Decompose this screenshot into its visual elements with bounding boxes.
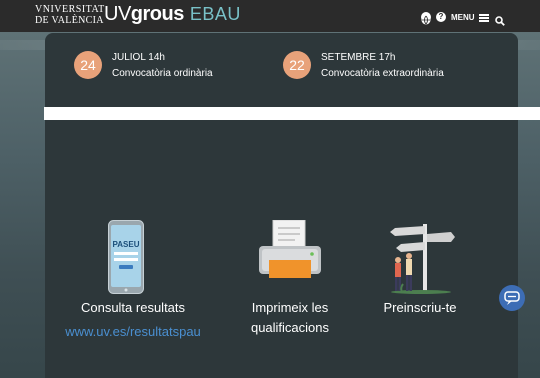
- logo-line-2: DE VALÈNCIA: [35, 15, 104, 26]
- tile-label-consulta: Consulta resultats: [80, 300, 186, 315]
- hamburger-icon[interactable]: [479, 14, 489, 22]
- brand-uv: UV: [104, 3, 131, 25]
- white-banner-bar: [44, 107, 540, 120]
- date-badge-ordinary: 24: [74, 51, 102, 79]
- call-subtitle-extraordinary: Convocatòria extraordinària: [321, 68, 444, 79]
- chat-button[interactable]: [499, 285, 525, 311]
- phone-screen-text: PASEU: [112, 240, 140, 249]
- chat-icon: [504, 291, 520, 305]
- university-logo[interactable]: VNIVERSITAT DE VALÈNCIA: [35, 4, 104, 28]
- site-header: VNIVERSITAT DE VALÈNCIA UVgrous EBAU ? ME…: [0, 0, 540, 32]
- tile-label-preinscriu: Preinscriu-te: [383, 300, 457, 315]
- brand-grous: grous: [130, 3, 185, 25]
- call-title-extraordinary: SETEMBRE 17h: [321, 52, 396, 63]
- signpost-icon: [385, 220, 455, 299]
- tile-label-imprimeix-1: Imprimeix les: [251, 300, 329, 315]
- tile-imprimeix[interactable]: Imprimeix les qualificacions: [230, 219, 350, 345]
- help-icon[interactable]: ?: [436, 12, 446, 22]
- date-badge-extraordinary: 22: [283, 51, 311, 79]
- brand-title[interactable]: UVgrous EBAU: [104, 3, 241, 29]
- printer-icon: [259, 219, 321, 287]
- menu-label[interactable]: MENU: [451, 13, 475, 22]
- phone-paseu-icon: PASEU: [108, 220, 144, 299]
- tile-consulta-resultats[interactable]: PASEU Consulta resultats www.uv.es/resul…: [58, 220, 208, 345]
- tile-label-imprimeix-2: qualificacions: [250, 320, 330, 335]
- tile-preinscriu[interactable]: Preinscriu-te: [365, 220, 475, 320]
- logo-line-1: VNIVERSITAT: [35, 4, 105, 15]
- call-subtitle-ordinary: Convocatòria ordinària: [112, 68, 213, 79]
- call-title-ordinary: JULIOL 14h: [112, 52, 165, 63]
- brand-ebau: EBAU: [189, 4, 241, 24]
- search-icon[interactable]: [495, 13, 505, 26]
- resultats-link[interactable]: www.uv.es/resultatspau: [58, 324, 208, 339]
- globe-icon[interactable]: [421, 12, 431, 25]
